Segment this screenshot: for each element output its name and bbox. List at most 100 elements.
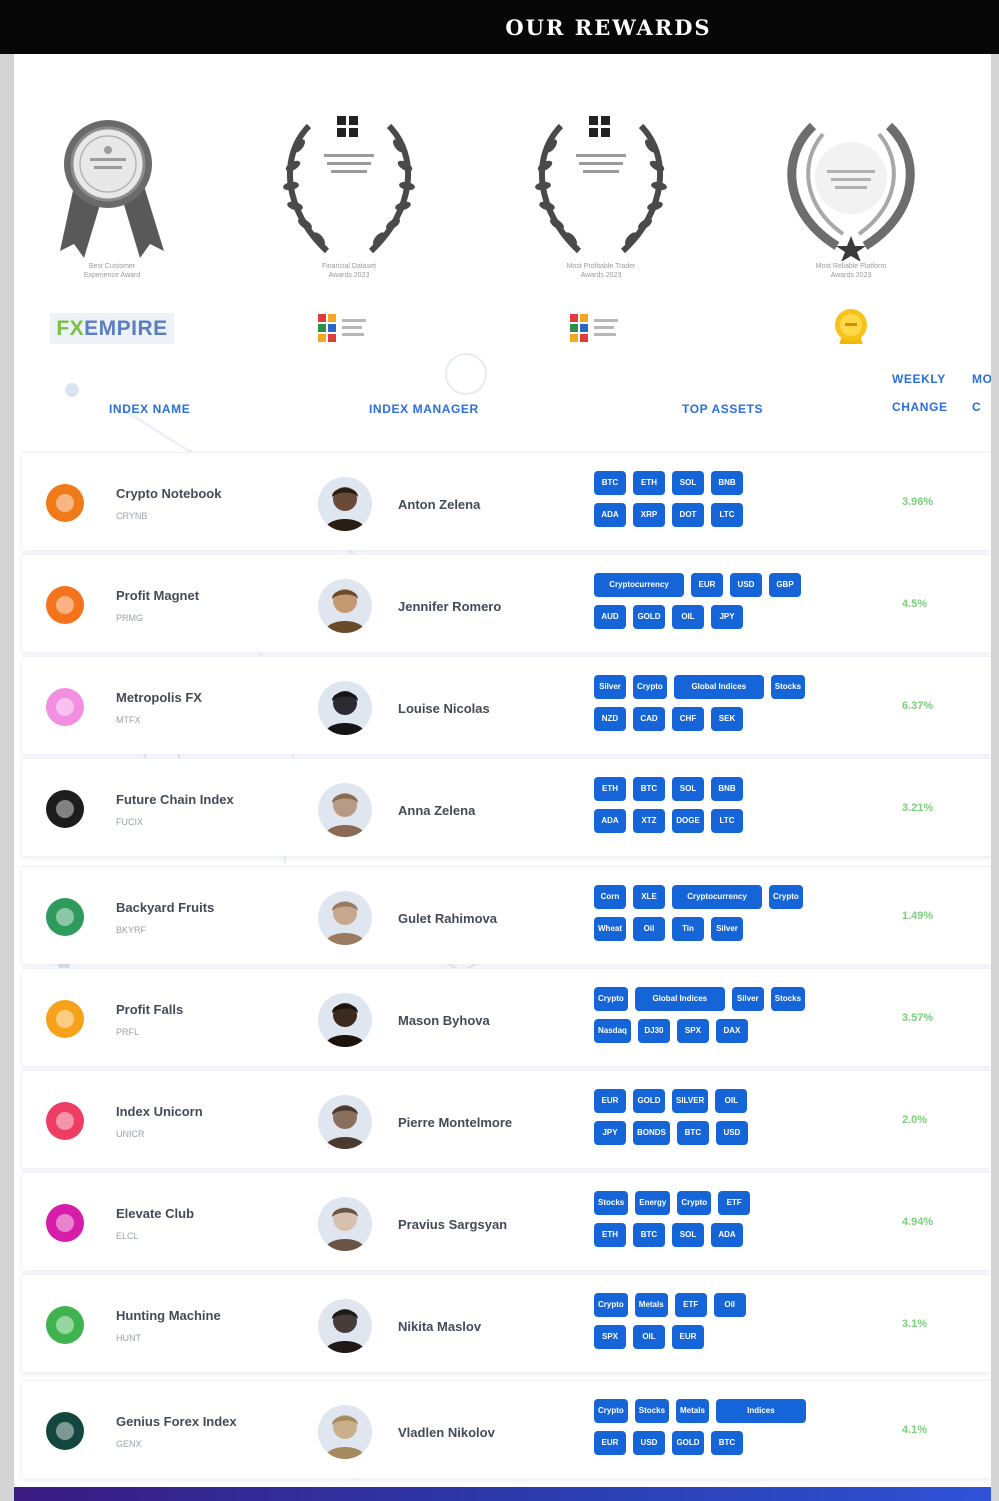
- asset-chip[interactable]: XLE: [633, 885, 665, 909]
- asset-chip[interactable]: Silver: [594, 675, 626, 699]
- asset-chip[interactable]: Crypto: [633, 675, 667, 699]
- asset-chip[interactable]: SILVER: [672, 1089, 709, 1113]
- table-row[interactable]: Metropolis FX MTFX Louise Nicolas Silver Cry…: [22, 656, 991, 754]
- asset-chip[interactable]: USD: [715, 1121, 748, 1145]
- manager-avatar[interactable]: [318, 993, 372, 1047]
- asset-chip[interactable]: BONDS: [633, 1121, 670, 1145]
- asset-chip[interactable]: CAD: [633, 707, 665, 731]
- asset-chip[interactable]: ETH: [633, 471, 665, 495]
- asset-chip[interactable]: EUR: [594, 1431, 626, 1455]
- index-name[interactable]: Backyard Fruits: [116, 900, 214, 915]
- asset-chip[interactable]: OIL: [633, 1325, 665, 1349]
- asset-chip[interactable]: JPY: [711, 605, 743, 629]
- asset-chip[interactable]: Nasdaq: [594, 1019, 631, 1043]
- asset-chip[interactable]: Silver: [731, 987, 764, 1011]
- asset-chip[interactable]: SEK: [711, 707, 743, 731]
- manager-avatar[interactable]: [318, 579, 372, 633]
- asset-chip[interactable]: Global Indices: [634, 987, 725, 1011]
- asset-chip[interactable]: Corn: [594, 885, 626, 909]
- manager-name[interactable]: Nikita Maslov: [398, 1319, 481, 1334]
- asset-chip[interactable]: USD: [633, 1431, 665, 1455]
- manager-name[interactable]: Vladlen Nikolov: [398, 1425, 495, 1440]
- asset-chip[interactable]: LTC: [711, 503, 743, 527]
- asset-chip[interactable]: GOLD: [633, 1089, 665, 1113]
- asset-chip[interactable]: Tin: [672, 917, 704, 941]
- manager-avatar[interactable]: [318, 783, 372, 837]
- asset-chip[interactable]: SPX: [676, 1019, 709, 1043]
- asset-chip[interactable]: Global Indices: [673, 675, 764, 699]
- asset-chip[interactable]: XRP: [633, 503, 665, 527]
- table-row[interactable]: Index Unicorn UNICR Pierre Montelmore EUR GO…: [22, 1070, 991, 1168]
- table-row[interactable]: Backyard Fruits BKYRF Gulet Rahimova Corn XL…: [22, 866, 991, 964]
- index-name[interactable]: Metropolis FX: [116, 690, 202, 705]
- asset-chip[interactable]: ADA: [594, 503, 626, 527]
- asset-chip[interactable]: Energy: [635, 1191, 671, 1215]
- asset-chip[interactable]: Stocks: [594, 1191, 629, 1215]
- column-header-index-manager[interactable]: INDEX MANAGER: [369, 402, 479, 416]
- index-name[interactable]: Genius Forex Index: [116, 1414, 237, 1429]
- index-name[interactable]: Future Chain Index: [116, 792, 234, 807]
- asset-chip[interactable]: Metals: [676, 1399, 709, 1423]
- asset-chip[interactable]: GBP: [769, 573, 801, 597]
- asset-chip[interactable]: EUR: [594, 1089, 626, 1113]
- asset-chip[interactable]: Wheat: [594, 917, 626, 941]
- asset-chip[interactable]: ETF: [718, 1191, 751, 1215]
- manager-name[interactable]: Pravius Sargsyan: [398, 1217, 507, 1232]
- table-row[interactable]: Hunting Machine HUNT Nikita Maslov Crypto Me…: [22, 1274, 991, 1372]
- asset-chip[interactable]: Crypto: [594, 1399, 628, 1423]
- asset-chip[interactable]: AUD: [594, 605, 626, 629]
- asset-chip[interactable]: Oil: [633, 917, 665, 941]
- asset-chip[interactable]: EUR: [672, 1325, 704, 1349]
- index-name[interactable]: Hunting Machine: [116, 1308, 221, 1323]
- asset-chip[interactable]: BTC: [676, 1121, 709, 1145]
- asset-chip[interactable]: Cryptocurrency: [594, 573, 684, 597]
- asset-chip[interactable]: GOLD: [672, 1431, 704, 1455]
- asset-chip[interactable]: BTC: [633, 777, 665, 801]
- asset-chip[interactable]: BTC: [633, 1223, 665, 1247]
- asset-chip[interactable]: SOL: [672, 471, 704, 495]
- asset-chip[interactable]: Stocks: [634, 1399, 670, 1423]
- asset-chip[interactable]: Crypto: [769, 885, 803, 909]
- asset-chip[interactable]: OIL: [672, 605, 704, 629]
- asset-chip[interactable]: Stocks: [770, 987, 806, 1011]
- manager-name[interactable]: Mason Byhova: [398, 1013, 490, 1028]
- asset-chip[interactable]: BTC: [594, 471, 626, 495]
- table-row[interactable]: Profit Magnet PRMG Jennifer Romero Cryptocu…: [22, 554, 991, 652]
- manager-avatar[interactable]: [318, 681, 372, 735]
- asset-chip[interactable]: BNB: [711, 471, 743, 495]
- asset-chip[interactable]: Indices: [715, 1399, 806, 1423]
- table-row[interactable]: Future Chain Index FUCIX Anna Zelena ETH BTC…: [22, 758, 991, 856]
- asset-chip[interactable]: Cryptocurrency: [672, 885, 762, 909]
- manager-avatar[interactable]: [318, 1197, 372, 1251]
- index-name[interactable]: Index Unicorn: [116, 1104, 203, 1119]
- asset-chip[interactable]: Crypto: [594, 1293, 628, 1317]
- table-row[interactable]: Elevate Club ELCL Pravius Sargsyan Stocks En…: [22, 1172, 991, 1270]
- manager-avatar[interactable]: [318, 477, 372, 531]
- manager-avatar[interactable]: [318, 891, 372, 945]
- asset-chip[interactable]: ADA: [594, 809, 626, 833]
- asset-chip[interactable]: SOL: [672, 777, 704, 801]
- asset-chip[interactable]: Metals: [634, 1293, 668, 1317]
- manager-name[interactable]: Jennifer Romero: [398, 599, 501, 614]
- index-name[interactable]: Profit Magnet: [116, 588, 199, 603]
- index-name[interactable]: Crypto Notebook: [116, 486, 221, 501]
- asset-chip[interactable]: Silver: [711, 917, 743, 941]
- asset-chip[interactable]: SOL: [672, 1223, 704, 1247]
- column-header-index-name[interactable]: INDEX NAME: [109, 402, 190, 416]
- asset-chip[interactable]: ADA: [711, 1223, 743, 1247]
- asset-chip[interactable]: LTC: [711, 809, 743, 833]
- asset-chip[interactable]: ETF: [674, 1293, 707, 1317]
- asset-chip[interactable]: USD: [730, 573, 762, 597]
- index-name[interactable]: Profit Falls: [116, 1002, 183, 1017]
- asset-chip[interactable]: Crypto: [677, 1191, 712, 1215]
- asset-chip[interactable]: ETH: [594, 1223, 626, 1247]
- asset-chip[interactable]: GOLD: [633, 605, 665, 629]
- manager-name[interactable]: Louise Nicolas: [398, 701, 490, 716]
- asset-chip[interactable]: OIL: [715, 1089, 748, 1113]
- index-name[interactable]: Elevate Club: [116, 1206, 194, 1221]
- table-row[interactable]: Crypto Notebook CRYNB Anton Zelena BTC ETH SO…: [22, 452, 991, 550]
- manager-name[interactable]: Pierre Montelmore: [398, 1115, 512, 1130]
- asset-chip[interactable]: XTZ: [633, 809, 665, 833]
- asset-chip[interactable]: ETH: [594, 777, 626, 801]
- asset-chip[interactable]: SPX: [594, 1325, 626, 1349]
